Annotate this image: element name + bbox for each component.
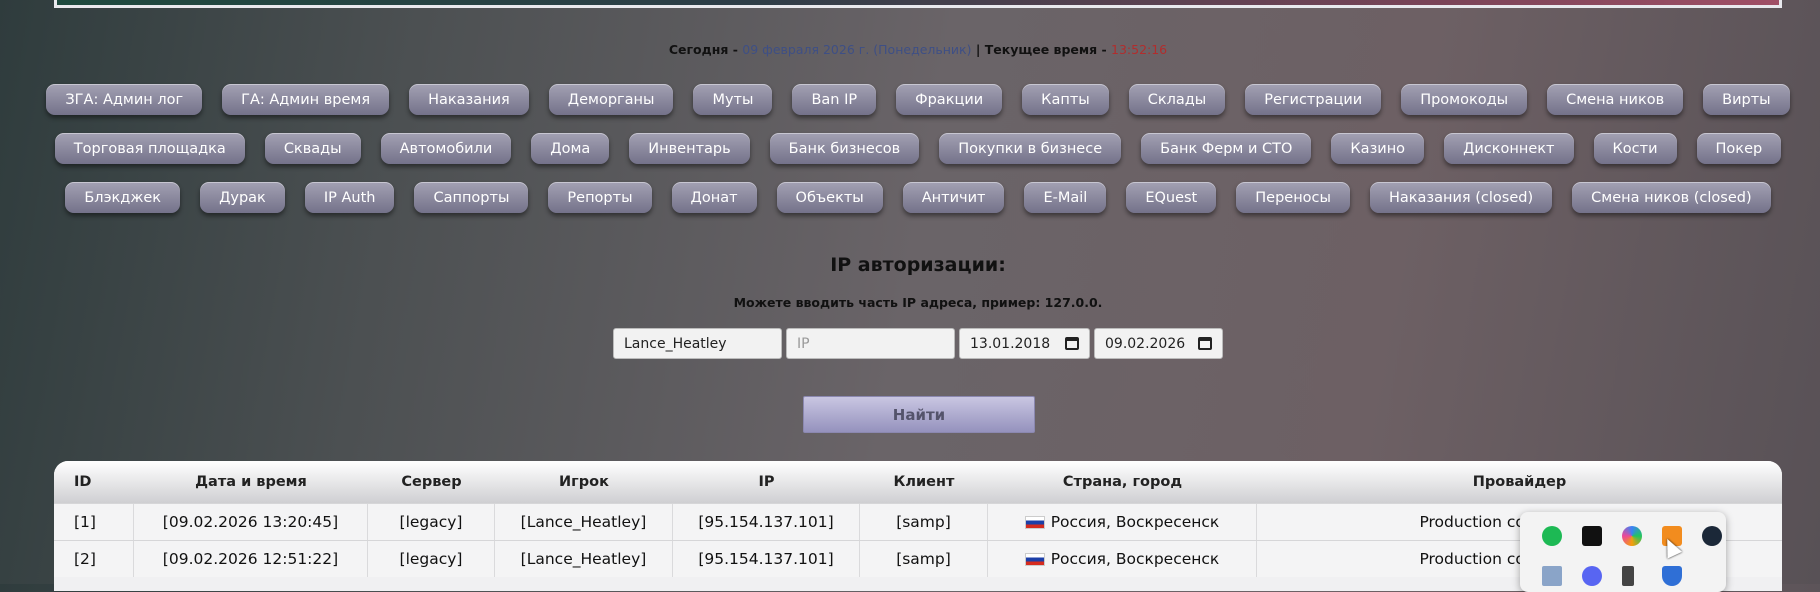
date-to-input[interactable]: 09.02.2026: [1094, 328, 1223, 359]
separator: |: [971, 42, 985, 57]
nav-nickname-changes-button[interactable]: Смена ников: [1547, 84, 1684, 115]
nav-business-purchases-button[interactable]: Покупки в бизнесе: [939, 133, 1122, 164]
nav-supports-button[interactable]: Саппорты: [414, 182, 529, 213]
copilot-icon[interactable]: [1622, 526, 1642, 546]
usb-icon[interactable]: [1622, 566, 1634, 586]
system-tray-popup: [1520, 512, 1726, 592]
nav-warehouses-button[interactable]: Склады: [1128, 84, 1226, 115]
cell-location: Россия, Воскресенск: [988, 504, 1257, 540]
nav-blackjack-button[interactable]: Блэкджек: [65, 182, 181, 213]
nav-row-2: Торговая площадка Сквады Автомобили Дома…: [54, 133, 1782, 164]
cell-datetime: [09.02.2026 12:51:22]: [134, 541, 368, 577]
cell-server: [legacy]: [368, 504, 495, 540]
date-from-input[interactable]: 13.01.2018: [959, 328, 1090, 359]
spotify-icon[interactable]: [1542, 526, 1562, 546]
russia-flag-icon: [1024, 552, 1045, 566]
cell-ip: [95.154.137.101]: [673, 504, 860, 540]
nav-admin-log-button[interactable]: ЗГА: Админ лог: [46, 84, 203, 115]
cell-ip: [95.154.137.101]: [673, 541, 860, 577]
time-label: Текущее время -: [984, 42, 1111, 57]
nav-equest-button[interactable]: EQuest: [1126, 182, 1217, 213]
nvidia-icon[interactable]: [1582, 526, 1602, 546]
search-button[interactable]: Найти: [803, 396, 1035, 433]
nav-business-bank-button[interactable]: Банк бизнесов: [769, 133, 920, 164]
nav-squads-button[interactable]: Сквады: [264, 133, 361, 164]
date-from-value: 13.01.2018: [970, 335, 1051, 352]
nav-mutes-button[interactable]: Муты: [693, 84, 773, 115]
nav-ip-auth-button[interactable]: IP Auth: [304, 182, 395, 213]
shield-icon[interactable]: [1662, 566, 1682, 586]
search-hint: Можете вводить часть IP адреса, пример: …: [733, 295, 1103, 310]
discord-icon[interactable]: [1582, 566, 1602, 586]
page-title: IP авторизации:: [830, 254, 1006, 276]
column-header-datetime: Дата и время: [195, 474, 307, 490]
player-input-value: Lance_Heatley: [624, 335, 727, 352]
nav-marketplace-button[interactable]: Торговая площадка: [54, 133, 245, 164]
current-date: 09 февраля 2026 г. (Понедельник): [742, 42, 972, 57]
nav-cars-button[interactable]: Автомобили: [380, 133, 512, 164]
nav-casino-button[interactable]: Казино: [1331, 133, 1425, 164]
nav-poker-button[interactable]: Покер: [1696, 133, 1782, 164]
nav-virts-button[interactable]: Вирты: [1703, 84, 1790, 115]
current-time: 13:52:16: [1111, 42, 1168, 57]
location-text: Россия, Воскресенск: [1050, 513, 1220, 531]
cell-client: [samp]: [860, 504, 988, 540]
nav-donate-button[interactable]: Донат: [671, 182, 757, 213]
nav-transfers-button[interactable]: Переносы: [1236, 182, 1350, 213]
nav-registrations-button[interactable]: Регистрации: [1245, 84, 1382, 115]
ip-input-placeholder: IP: [797, 335, 810, 352]
cell-server: [legacy]: [368, 541, 495, 577]
table-header: ID Дата и время Сервер Игрок IP Клиент С…: [54, 461, 1782, 503]
notepad-icon[interactable]: [1542, 566, 1562, 586]
nav-inventory-button[interactable]: Инвентарь: [629, 133, 750, 164]
nav-capts-button[interactable]: Капты: [1022, 84, 1109, 115]
nav-nickname-changes-closed-button[interactable]: Смена ников (closed): [1572, 182, 1771, 213]
nav-factions-button[interactable]: Фракции: [896, 84, 1003, 115]
calendar-icon[interactable]: [1198, 337, 1212, 350]
nav-farm-bank-button[interactable]: Банк Ферм и СТО: [1141, 133, 1312, 164]
player-input[interactable]: Lance_Heatley: [613, 328, 782, 359]
column-header-id: ID: [74, 474, 92, 490]
nav-reports-button[interactable]: Репорты: [548, 182, 652, 213]
nav-row-1: ЗГА: Админ лог ГА: Админ время Наказания…: [46, 84, 1790, 115]
column-header-location: Страна, город: [1062, 474, 1183, 490]
nav-objects-button[interactable]: Объекты: [776, 182, 883, 213]
cell-datetime: [09.02.2026 13:20:45]: [134, 504, 368, 540]
ip-input[interactable]: IP: [786, 328, 955, 359]
nav-promocodes-button[interactable]: Промокоды: [1401, 84, 1528, 115]
column-header-player: Игрок: [559, 474, 609, 490]
cell-id: [1]: [54, 504, 134, 540]
nav-email-button[interactable]: E-Mail: [1024, 182, 1107, 213]
cell-player: [Lance_Heatley]: [495, 504, 673, 540]
nav-admin-time-button[interactable]: ГА: Админ время: [222, 84, 390, 115]
nav-anticheat-button[interactable]: Античит: [902, 182, 1005, 213]
cell-id: [2]: [54, 541, 134, 577]
date-time-line: Сегодня - 09 февраля 2026 г. (Понедельни…: [0, 42, 1820, 57]
nav-demorgans-button[interactable]: Деморганы: [548, 84, 674, 115]
calendar-icon[interactable]: [1065, 337, 1079, 350]
steam-icon[interactable]: [1702, 526, 1722, 546]
date-to-value: 09.02.2026: [1105, 335, 1186, 352]
russia-flag-icon: [1024, 515, 1045, 529]
cell-player: [Lance_Heatley]: [495, 541, 673, 577]
nav-row-3: Блэкджек Дурак IP Auth Саппорты Репорты …: [54, 182, 1782, 213]
nav-disconnect-button[interactable]: Дисконнект: [1444, 133, 1574, 164]
today-label: Сегодня -: [668, 42, 743, 57]
column-header-provider: Провайдер: [1472, 474, 1567, 490]
column-header-client: Клиент: [893, 474, 955, 490]
column-header-ip: IP: [758, 474, 775, 490]
cell-client: [samp]: [860, 541, 988, 577]
location-text: Россия, Воскресенск: [1050, 550, 1220, 568]
nav-punishments-button[interactable]: Наказания: [409, 84, 529, 115]
nav-houses-button[interactable]: Дома: [531, 133, 610, 164]
nav-ban-ip-button[interactable]: Ban IP: [792, 84, 877, 115]
nav-dice-button[interactable]: Кости: [1593, 133, 1677, 164]
nav-durak-button[interactable]: Дурак: [200, 182, 285, 213]
header-banner: [54, 0, 1782, 8]
column-header-server: Сервер: [401, 474, 462, 490]
cell-location: Россия, Воскресенск: [988, 541, 1257, 577]
nav-punishments-closed-button[interactable]: Наказания (closed): [1369, 182, 1553, 213]
